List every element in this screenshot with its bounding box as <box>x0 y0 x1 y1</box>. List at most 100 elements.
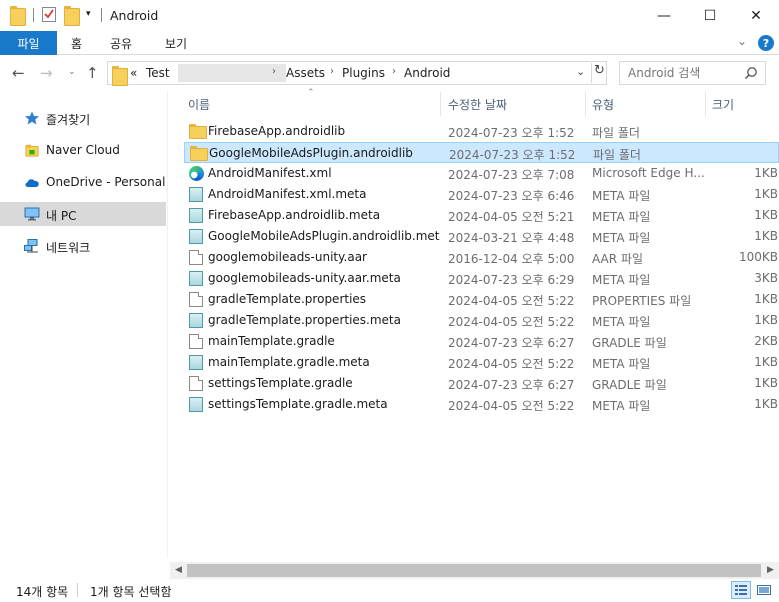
column-resize-handle[interactable] <box>705 92 706 116</box>
file-type: PROPERTIES 파일 <box>592 294 692 308</box>
file-type: GRADLE 파일 <box>592 378 667 392</box>
ribbon-expand-icon[interactable]: ⌄ <box>737 34 747 48</box>
file-row[interactable]: GoogleMobileAdsPlugin.androidlib 2024-07-… <box>184 142 779 163</box>
column-header-type[interactable]: 유형 <box>592 96 614 113</box>
file-type: 파일 폴더 <box>592 126 640 140</box>
help-button[interactable]: ? <box>758 35 774 51</box>
meta-file-icon <box>189 208 203 223</box>
search-input[interactable] <box>628 66 738 80</box>
file-type: 파일 폴더 <box>593 148 641 162</box>
file-type: Microsoft Edge H... <box>592 166 704 180</box>
large-icons-view-button[interactable] <box>754 581 774 599</box>
scroll-right-icon[interactable]: ▶ <box>762 562 779 579</box>
file-row[interactable]: AndroidManifest.xml 2024-07-23 오후 7:08 Mic… <box>184 163 779 184</box>
back-arrow-icon[interactable]: ← <box>12 64 25 82</box>
up-arrow-icon[interactable]: ↑ <box>86 64 99 82</box>
breadcrumb-separator-icon[interactable]: › <box>272 66 276 77</box>
file-date: 2024-04-05 오전 5:21 <box>448 210 575 224</box>
file-name: settingsTemplate.gradle.meta <box>208 397 388 411</box>
sidebar-item-naver-cloud[interactable]: Naver Cloud <box>0 138 166 162</box>
file-size: 100KB <box>738 250 778 264</box>
file-date: 2024-07-23 오후 6:29 <box>448 273 575 287</box>
properties-check-icon[interactable] <box>42 6 56 22</box>
breadcrumb-separator-icon[interactable]: › <box>330 66 334 77</box>
file-row[interactable]: mainTemplate.gradle.meta 2024-04-05 오전 5:… <box>184 352 779 373</box>
file-date: 2024-03-21 오후 4:48 <box>448 231 575 245</box>
file-name: gradleTemplate.properties <box>208 292 367 306</box>
forward-arrow-icon[interactable]: → <box>40 64 53 82</box>
breadcrumb-android[interactable]: Android <box>404 66 450 80</box>
title-bar: ▾ Android — ☐ ✕ <box>0 0 779 31</box>
column-resize-handle[interactable] <box>585 92 586 116</box>
sidebar-item-onedrive[interactable]: OneDrive - Personal <box>0 170 166 194</box>
column-resize-handle[interactable] <box>440 92 441 116</box>
tab-home[interactable]: 홈 <box>71 35 82 52</box>
window-title: Android <box>110 8 159 23</box>
file-icon <box>189 376 203 391</box>
file-name: googlemobileads-unity.aar <box>208 250 367 264</box>
file-date: 2024-04-05 오전 5:22 <box>448 399 575 413</box>
file-name: GoogleMobileAdsPlugin.androidlib.meta <box>208 229 440 243</box>
status-bar: 14개 항목 1개 항목 선택함 <box>0 579 779 602</box>
sidebar-item-network[interactable]: 네트워크 <box>0 234 166 258</box>
breadcrumb-separator-icon[interactable]: › <box>392 66 396 77</box>
file-name: settingsTemplate.gradle <box>208 376 353 390</box>
file-size: 3KB <box>754 271 778 285</box>
file-name: AndroidManifest.xml <box>208 166 332 180</box>
column-header-date[interactable]: 수정한 날짜 <box>448 96 507 113</box>
redacted-path-segment <box>178 64 286 82</box>
file-size: 1KB <box>754 355 778 369</box>
breadcrumb-assets[interactable]: Assets <box>286 66 325 80</box>
file-name: gradleTemplate.properties.meta <box>208 313 401 327</box>
breadcrumb-plugins[interactable]: Plugins <box>342 66 385 80</box>
file-size: 2KB <box>754 334 778 348</box>
search-icon[interactable] <box>744 66 758 80</box>
file-type: META 파일 <box>592 315 651 329</box>
file-row[interactable]: GoogleMobileAdsPlugin.androidlib.meta 202… <box>184 226 779 247</box>
recent-locations-chevron-icon[interactable]: ⌄ <box>68 67 76 77</box>
tab-file[interactable]: 파일 <box>0 31 57 55</box>
file-row[interactable]: FirebaseApp.androidlib.meta 2024-04-05 오전… <box>184 205 779 226</box>
file-size: 1KB <box>754 292 778 306</box>
refresh-icon[interactable]: ↻ <box>591 63 607 83</box>
meta-file-icon <box>189 271 203 286</box>
file-row[interactable]: gradleTemplate.properties.meta 2024-04-05… <box>184 310 779 331</box>
file-icon <box>189 334 203 349</box>
file-row[interactable]: settingsTemplate.gradle.meta 2024-04-05 오… <box>184 394 779 415</box>
horizontal-scrollbar[interactable]: ◀ ▶ <box>170 562 779 579</box>
file-row[interactable]: googlemobileads-unity.aar.meta 2024-07-23… <box>184 268 779 289</box>
selection-count: 1개 항목 선택함 <box>90 585 172 599</box>
file-row[interactable]: gradleTemplate.properties 2024-04-05 오전 5… <box>184 289 779 310</box>
minimize-button[interactable]: — <box>641 0 687 31</box>
search-box[interactable] <box>619 61 766 85</box>
file-size: 1KB <box>754 208 778 222</box>
sidebar-item-this-pc[interactable]: 내 PC <box>0 202 166 226</box>
sidebar-item-favorites[interactable]: 즐겨찾기 <box>0 106 166 130</box>
sidebar-item-label: Naver Cloud <box>46 143 120 157</box>
details-view-button[interactable] <box>731 581 751 599</box>
tab-view[interactable]: 보기 <box>165 35 187 52</box>
column-header-size[interactable]: 크기 <box>712 96 734 113</box>
qa-customize-icon[interactable]: ▾ <box>86 9 91 19</box>
file-row[interactable]: AndroidManifest.xml.meta 2024-07-23 오후 6:… <box>184 184 779 205</box>
tab-share[interactable]: 공유 <box>110 35 132 52</box>
file-name: googlemobileads-unity.aar.meta <box>208 271 401 285</box>
address-bar[interactable]: « Test › Assets › Plugins › Android ⌄ ↻ <box>107 61 607 86</box>
column-header-name[interactable]: 이름 <box>188 96 210 113</box>
file-row[interactable]: settingsTemplate.gradle 2024-07-23 오후 6:2… <box>184 373 779 394</box>
breadcrumb-overflow[interactable]: « <box>130 66 137 80</box>
address-dropdown-icon[interactable]: ⌄ <box>576 65 585 78</box>
close-button[interactable]: ✕ <box>733 0 779 31</box>
sort-ascending-icon: ⌃ <box>307 88 315 98</box>
maximize-button[interactable]: ☐ <box>687 0 733 31</box>
file-row[interactable]: mainTemplate.gradle 2024-07-23 오후 6:27 GRA… <box>184 331 779 352</box>
file-name: GoogleMobileAdsPlugin.androidlib <box>209 146 413 160</box>
file-row[interactable]: FirebaseApp.androidlib 2024-07-23 오후 1:52… <box>184 121 779 142</box>
meta-file-icon <box>189 355 203 370</box>
file-date: 2024-07-23 오후 6:27 <box>448 336 575 350</box>
scrollbar-thumb[interactable] <box>187 564 761 577</box>
scroll-left-icon[interactable]: ◀ <box>170 562 187 579</box>
new-folder-icon[interactable] <box>64 6 80 26</box>
breadcrumb-test[interactable]: Test <box>146 66 170 80</box>
file-row[interactable]: googlemobileads-unity.aar 2016-12-04 오후 5… <box>184 247 779 268</box>
